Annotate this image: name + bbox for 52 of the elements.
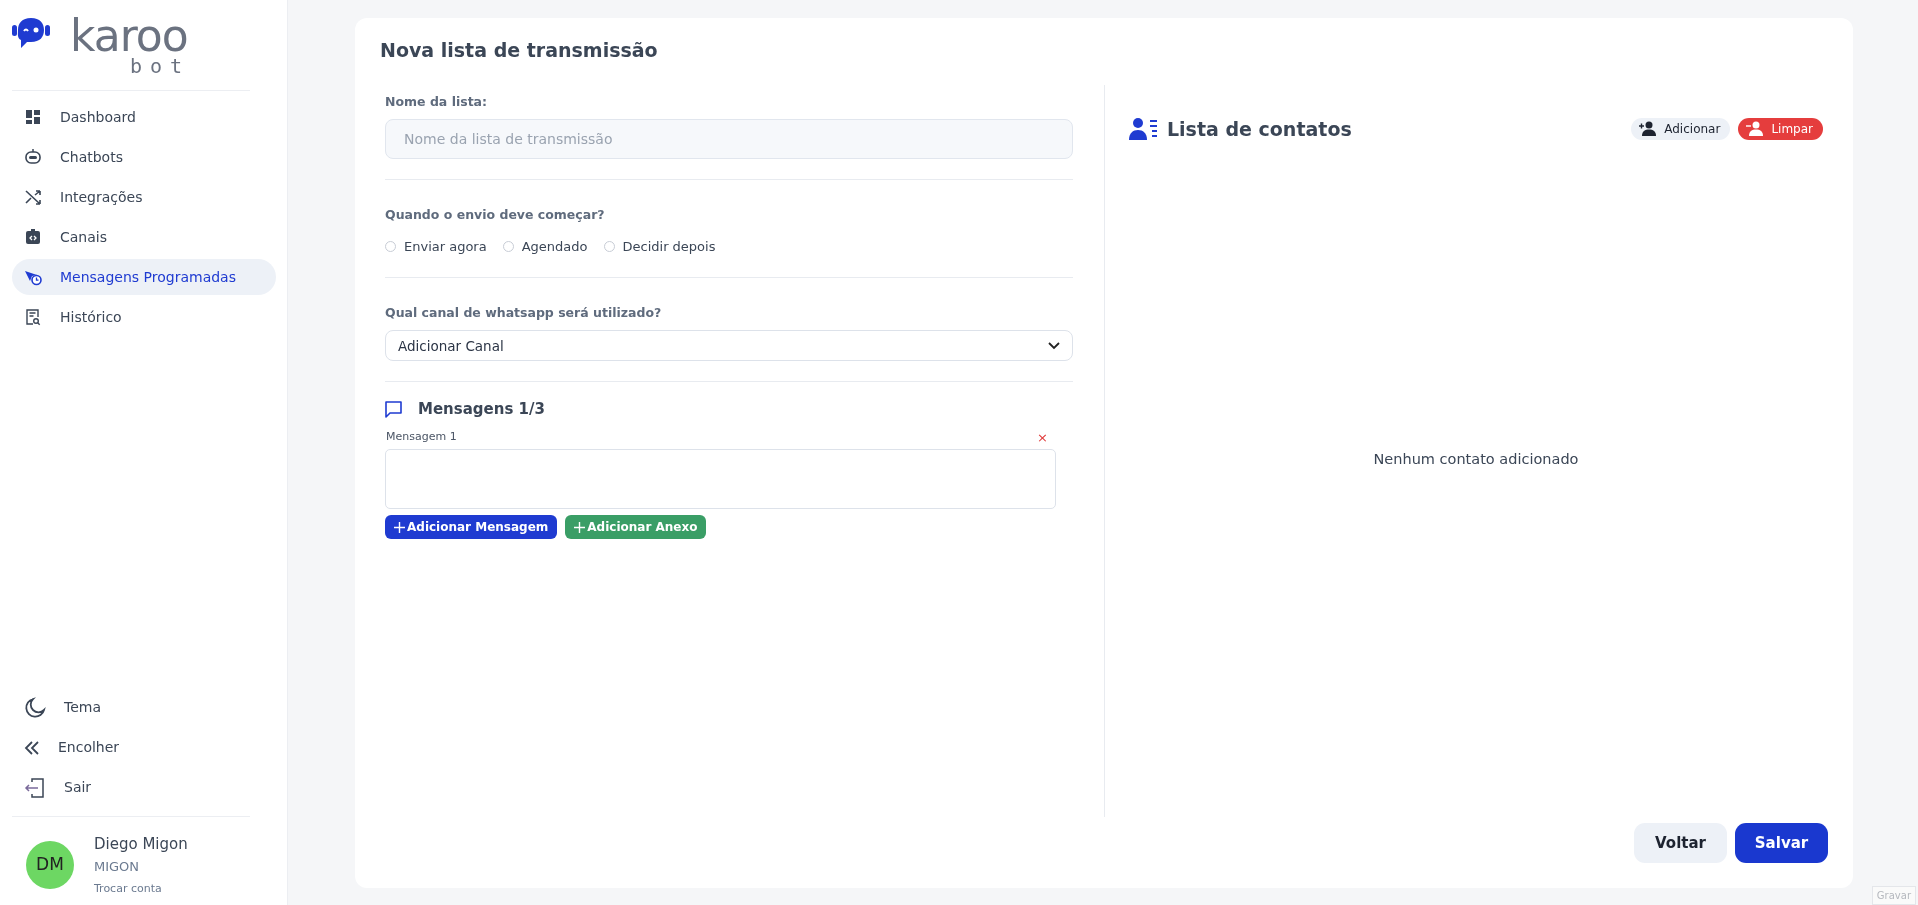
sidebar-item[interactable]: Integrações	[12, 179, 276, 215]
sidebar-item[interactable]: Chatbots	[12, 139, 276, 175]
sidebar-item[interactable]: Canais	[12, 219, 276, 255]
brand-subtitle: bot	[129, 56, 191, 76]
field-label: Quando o envio deve começar?	[385, 206, 606, 225]
sidebar-item[interactable]: Encolher	[12, 729, 276, 766]
panel-title: Lista de contatos	[1167, 116, 1352, 142]
add-contact-button[interactable]: Adicionar	[1631, 117, 1731, 140]
empty-state-message: Nenhum contato adicionado	[1373, 450, 1579, 470]
section-title: Mensagens 1/3	[418, 399, 545, 421]
sidebar-item[interactable]: Histórico	[12, 299, 276, 335]
double-chevron-icon	[24, 739, 40, 756]
switch-account-link[interactable]: Trocar conta	[94, 880, 188, 897]
radio-label: Agendado	[521, 238, 588, 256]
radio-label: Decidir depois	[622, 238, 716, 256]
logout-icon	[24, 776, 46, 799]
back-button[interactable]: Voltar	[1634, 823, 1727, 863]
sidebar-item[interactable]: Tema	[12, 689, 276, 726]
field-label: Nome da lista:	[385, 92, 489, 111]
message-field[interactable]	[385, 449, 1056, 510]
list-name-field[interactable]: Nome da lista de transmissão	[385, 119, 1073, 160]
person-icon	[1746, 121, 1764, 137]
send-clock-icon	[24, 268, 42, 286]
moon-icon	[24, 696, 46, 719]
code-box-icon	[24, 228, 42, 246]
document-search-icon	[24, 308, 42, 326]
add-button[interactable]: Adicionar Mensagem	[385, 515, 558, 540]
remove-button[interactable]: ×	[1037, 428, 1048, 446]
chevron-down-icon	[1048, 341, 1060, 350]
message-label: Mensagem 1	[386, 428, 457, 445]
user-name: Diego Migon	[94, 833, 188, 855]
avatar: DM	[26, 840, 74, 889]
sidebar-item[interactable]: Dashboard	[12, 99, 276, 135]
contact-list-icon	[1129, 116, 1159, 141]
save-button[interactable]: Salvar	[1735, 823, 1828, 863]
shuffle-icon	[24, 188, 42, 206]
plus-icon	[574, 521, 586, 533]
brand-name: karoo	[70, 16, 189, 56]
channel-select[interactable]: Adicionar Canal	[385, 330, 1073, 362]
account-name: MIGON	[94, 858, 141, 876]
plus-icon	[394, 521, 405, 533]
page-title: Nova lista de transmissão	[379, 38, 659, 63]
sidebar-item[interactable]: Mensagens Programadas	[12, 259, 276, 295]
radio-label: Enviar agora	[404, 238, 487, 256]
robot-icon	[24, 148, 42, 166]
chat-bubble-icon	[385, 401, 402, 418]
grid-icon	[24, 108, 42, 126]
robot-logo-icon	[12, 16, 50, 50]
sidebar-item[interactable]: Sair	[12, 769, 276, 806]
clear-button[interactable]: Limpar	[1738, 117, 1823, 140]
field-label: Qual canal de whatsapp será utilizado?	[385, 303, 663, 322]
person-icon	[1639, 121, 1657, 137]
